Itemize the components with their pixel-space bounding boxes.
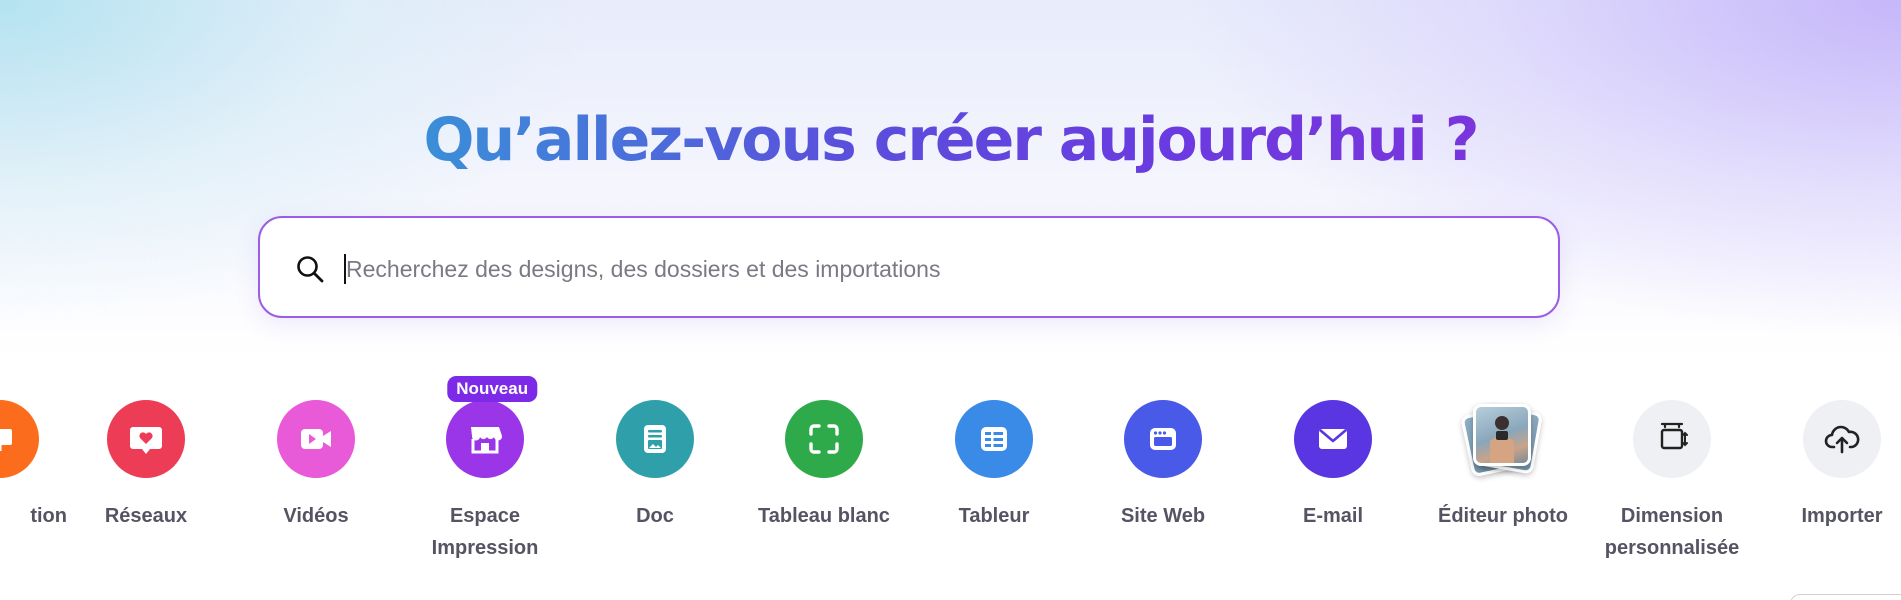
category-label-line: Impression — [431, 537, 539, 559]
whiteboard-icon — [785, 400, 863, 478]
category-tableau-blanc[interactable]: Tableau blanc — [739, 400, 909, 532]
document-icon — [616, 400, 694, 478]
page-title-text: Qu’allez-vous créer aujourd’hui ? — [423, 105, 1479, 175]
category-label: Dimension personnalisée — [1587, 500, 1757, 564]
category-label: Site Web — [1120, 505, 1206, 527]
spreadsheet-icon — [955, 400, 1033, 478]
category-label: Importer — [1801, 505, 1883, 527]
category-dimension-personnalisee[interactable]: Dimension personnalisée — [1587, 400, 1757, 564]
category-label: Éditeur photo — [1438, 505, 1568, 527]
custom-size-icon — [1633, 400, 1711, 478]
website-icon — [1124, 400, 1202, 478]
category-importer[interactable]: Importer — [1757, 400, 1901, 532]
search-bar[interactable] — [258, 216, 1560, 318]
category-espace-impression[interactable]: Nouveau Espace Impression — [400, 376, 570, 564]
heart-bubble-icon — [107, 400, 185, 478]
page-title: Qu’allez-vous créer aujourd’hui ? — [0, 100, 1901, 180]
search-icon — [297, 256, 324, 283]
category-label: Réseaux — [104, 505, 188, 527]
cloud-upload-icon — [1803, 400, 1881, 478]
category-label: Tableur — [958, 505, 1030, 527]
search-input[interactable] — [346, 242, 1526, 296]
storefront-icon: Nouveau — [446, 376, 538, 478]
category-label: Doc — [636, 505, 674, 527]
category-editeur-photo[interactable]: Éditeur photo — [1418, 400, 1588, 532]
category-tableur[interactable]: Tableur — [909, 400, 1079, 532]
video-camera-icon — [277, 400, 355, 478]
category-label: Tableau blanc — [758, 505, 890, 527]
category-reseaux[interactable]: Réseaux — [61, 400, 231, 532]
presentation-icon — [0, 400, 39, 478]
category-label-line: Dimension — [1620, 505, 1724, 527]
category-email[interactable]: E-mail — [1248, 400, 1418, 532]
category-videos[interactable]: Vidéos — [231, 400, 401, 532]
floating-panel-edge — [1790, 594, 1901, 600]
category-label-line: Espace — [449, 505, 521, 527]
category-doc[interactable]: Doc — [570, 400, 740, 532]
category-label: E-mail — [1302, 505, 1364, 527]
category-label: Vidéos — [283, 505, 349, 527]
new-badge: Nouveau — [447, 376, 538, 402]
envelope-icon — [1294, 400, 1372, 478]
category-site-web[interactable]: Site Web — [1078, 400, 1248, 532]
photo-stack-icon — [1460, 400, 1543, 478]
category-label-line: personnalisée — [1604, 537, 1740, 559]
category-label: Espace Impression — [400, 500, 570, 564]
